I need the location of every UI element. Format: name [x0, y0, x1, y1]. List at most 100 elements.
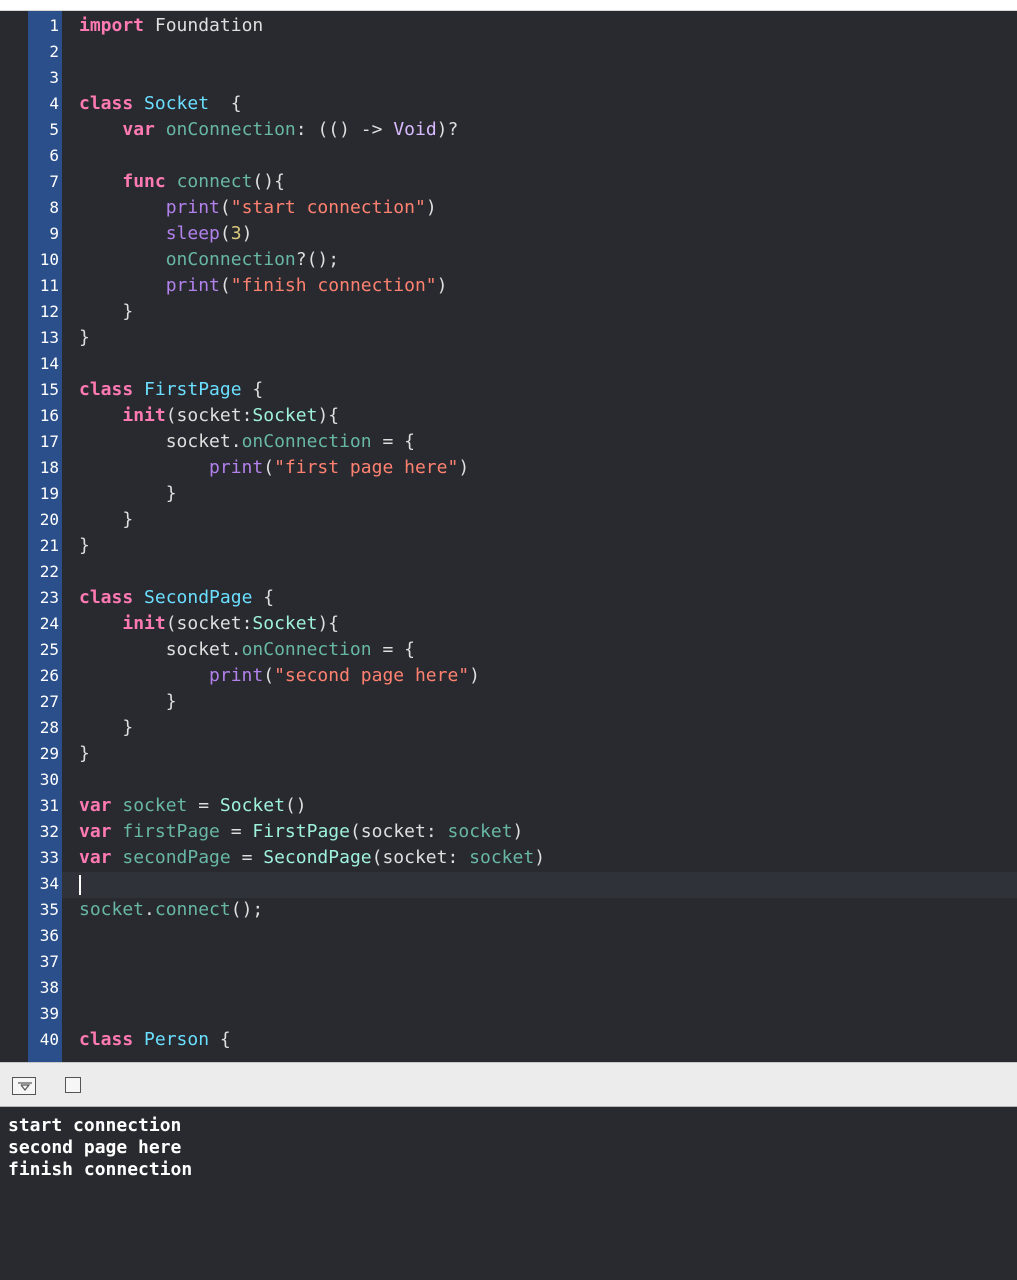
code-line: sleep(3) — [79, 221, 253, 247]
code-editor[interactable]: 1 2 3 4 5 6 7 8 9 10 11 12 13 14 15 16 17 18 19 20 21 22 23 24 2… — [0, 10, 1017, 1063]
code-token: Void — [393, 119, 437, 140]
code-token: var — [79, 795, 112, 816]
code-line: socket.connect(); — [79, 897, 263, 923]
hide-debug-area-button[interactable] — [12, 1077, 36, 1095]
code-token: Socket — [144, 93, 210, 114]
code-token: socket — [447, 821, 513, 842]
code-line: } — [79, 481, 177, 507]
chevron-down-in-box-icon — [18, 1082, 32, 1091]
code-token: "finish connection" — [230, 275, 437, 296]
code-token: FirstPage — [252, 821, 350, 842]
code-token: var — [122, 119, 155, 140]
line-number: 19 — [39, 484, 59, 503]
code-token: { — [209, 93, 242, 114]
code-token: socket. — [79, 639, 242, 660]
source-code[interactable]: import Foundation class Socket { var onCo… — [79, 11, 1009, 1063]
console-output[interactable]: start connection second page here finish… — [0, 1107, 1017, 1280]
code-token: } — [79, 743, 90, 764]
code-token: = { — [371, 639, 415, 660]
code-token: ) — [512, 821, 524, 842]
line-number: 28 — [39, 718, 59, 737]
code-token: secondPage — [122, 847, 231, 868]
console-line: second page here — [8, 1137, 182, 1158]
code-token: { — [241, 379, 264, 400]
code-token: ) — [458, 457, 470, 478]
code-token: { — [209, 1029, 231, 1050]
line-number: 23 — [39, 588, 59, 607]
console-line: start connection — [8, 1115, 182, 1136]
code-line: class FirstPage { — [79, 377, 263, 403]
code-line: } — [79, 741, 90, 767]
code-token: var — [79, 821, 112, 842]
code-token: ( — [263, 457, 275, 478]
console-line: finish connection — [8, 1159, 193, 1180]
code-token: ) — [241, 223, 253, 244]
line-number: 35 — [39, 900, 59, 919]
code-token: socket. — [79, 431, 242, 452]
line-number: 25 — [39, 640, 59, 659]
code-token: SecondPage — [144, 587, 253, 608]
code-token: import — [79, 15, 145, 36]
code-line: var socket = Socket() — [79, 793, 307, 819]
line-number: 40 — [39, 1030, 59, 1049]
code-token: = { — [371, 431, 415, 452]
line-number: 27 — [39, 692, 59, 711]
code-token: (socket: — [165, 613, 253, 634]
code-token: } — [79, 509, 134, 530]
line-number: 8 — [49, 198, 59, 217]
code-token: connect — [154, 899, 231, 920]
code-token: } — [79, 483, 177, 504]
code-token: = — [187, 795, 220, 816]
code-token: ) — [436, 275, 448, 296]
line-number: 5 — [49, 120, 59, 139]
code-token: ){ — [317, 613, 340, 634]
code-token: sleep — [165, 223, 220, 244]
line-number: 1 — [49, 16, 59, 35]
code-line: print("first page here") — [79, 455, 469, 481]
code-line: print("start connection") — [79, 195, 437, 221]
code-line: socket.onConnection = { — [79, 637, 415, 663]
code-token: print — [165, 275, 220, 296]
code-token: (socket: — [349, 821, 448, 842]
line-number: 21 — [39, 536, 59, 555]
code-line: } — [79, 689, 177, 715]
code-token: onConnection — [165, 119, 296, 140]
line-number: 32 — [39, 822, 59, 841]
code-token: print — [209, 457, 264, 478]
code-line: var firstPage = FirstPage(socket: socket… — [79, 819, 523, 845]
line-number: 10 — [39, 250, 59, 269]
debug-toolbar — [0, 1062, 1017, 1107]
line-number: 38 — [39, 978, 59, 997]
line-number: 15 — [39, 380, 59, 399]
code-token: ) — [425, 197, 437, 218]
code-line: } — [79, 533, 90, 559]
code-token: Socket — [252, 405, 318, 426]
code-token: ?(); — [295, 249, 340, 270]
code-token: onConnection — [165, 249, 296, 270]
line-number: 13 — [39, 328, 59, 347]
code-token: init — [122, 613, 166, 634]
line-number: 30 — [39, 770, 59, 789]
code-token: Person — [144, 1029, 210, 1050]
line-number: 7 — [49, 172, 59, 191]
code-token: init — [122, 405, 166, 426]
line-number: 26 — [39, 666, 59, 685]
code-line: class SecondPage { — [79, 585, 274, 611]
code-token: } — [79, 717, 134, 738]
breakpoint-toggle-button[interactable] — [65, 1077, 81, 1093]
code-token: (){ — [252, 171, 285, 192]
code-token: func — [122, 171, 166, 192]
code-token: : (() -> — [295, 119, 394, 140]
line-number: 16 — [39, 406, 59, 425]
code-line: socket.onConnection = { — [79, 429, 415, 455]
code-token: FirstPage — [144, 379, 242, 400]
